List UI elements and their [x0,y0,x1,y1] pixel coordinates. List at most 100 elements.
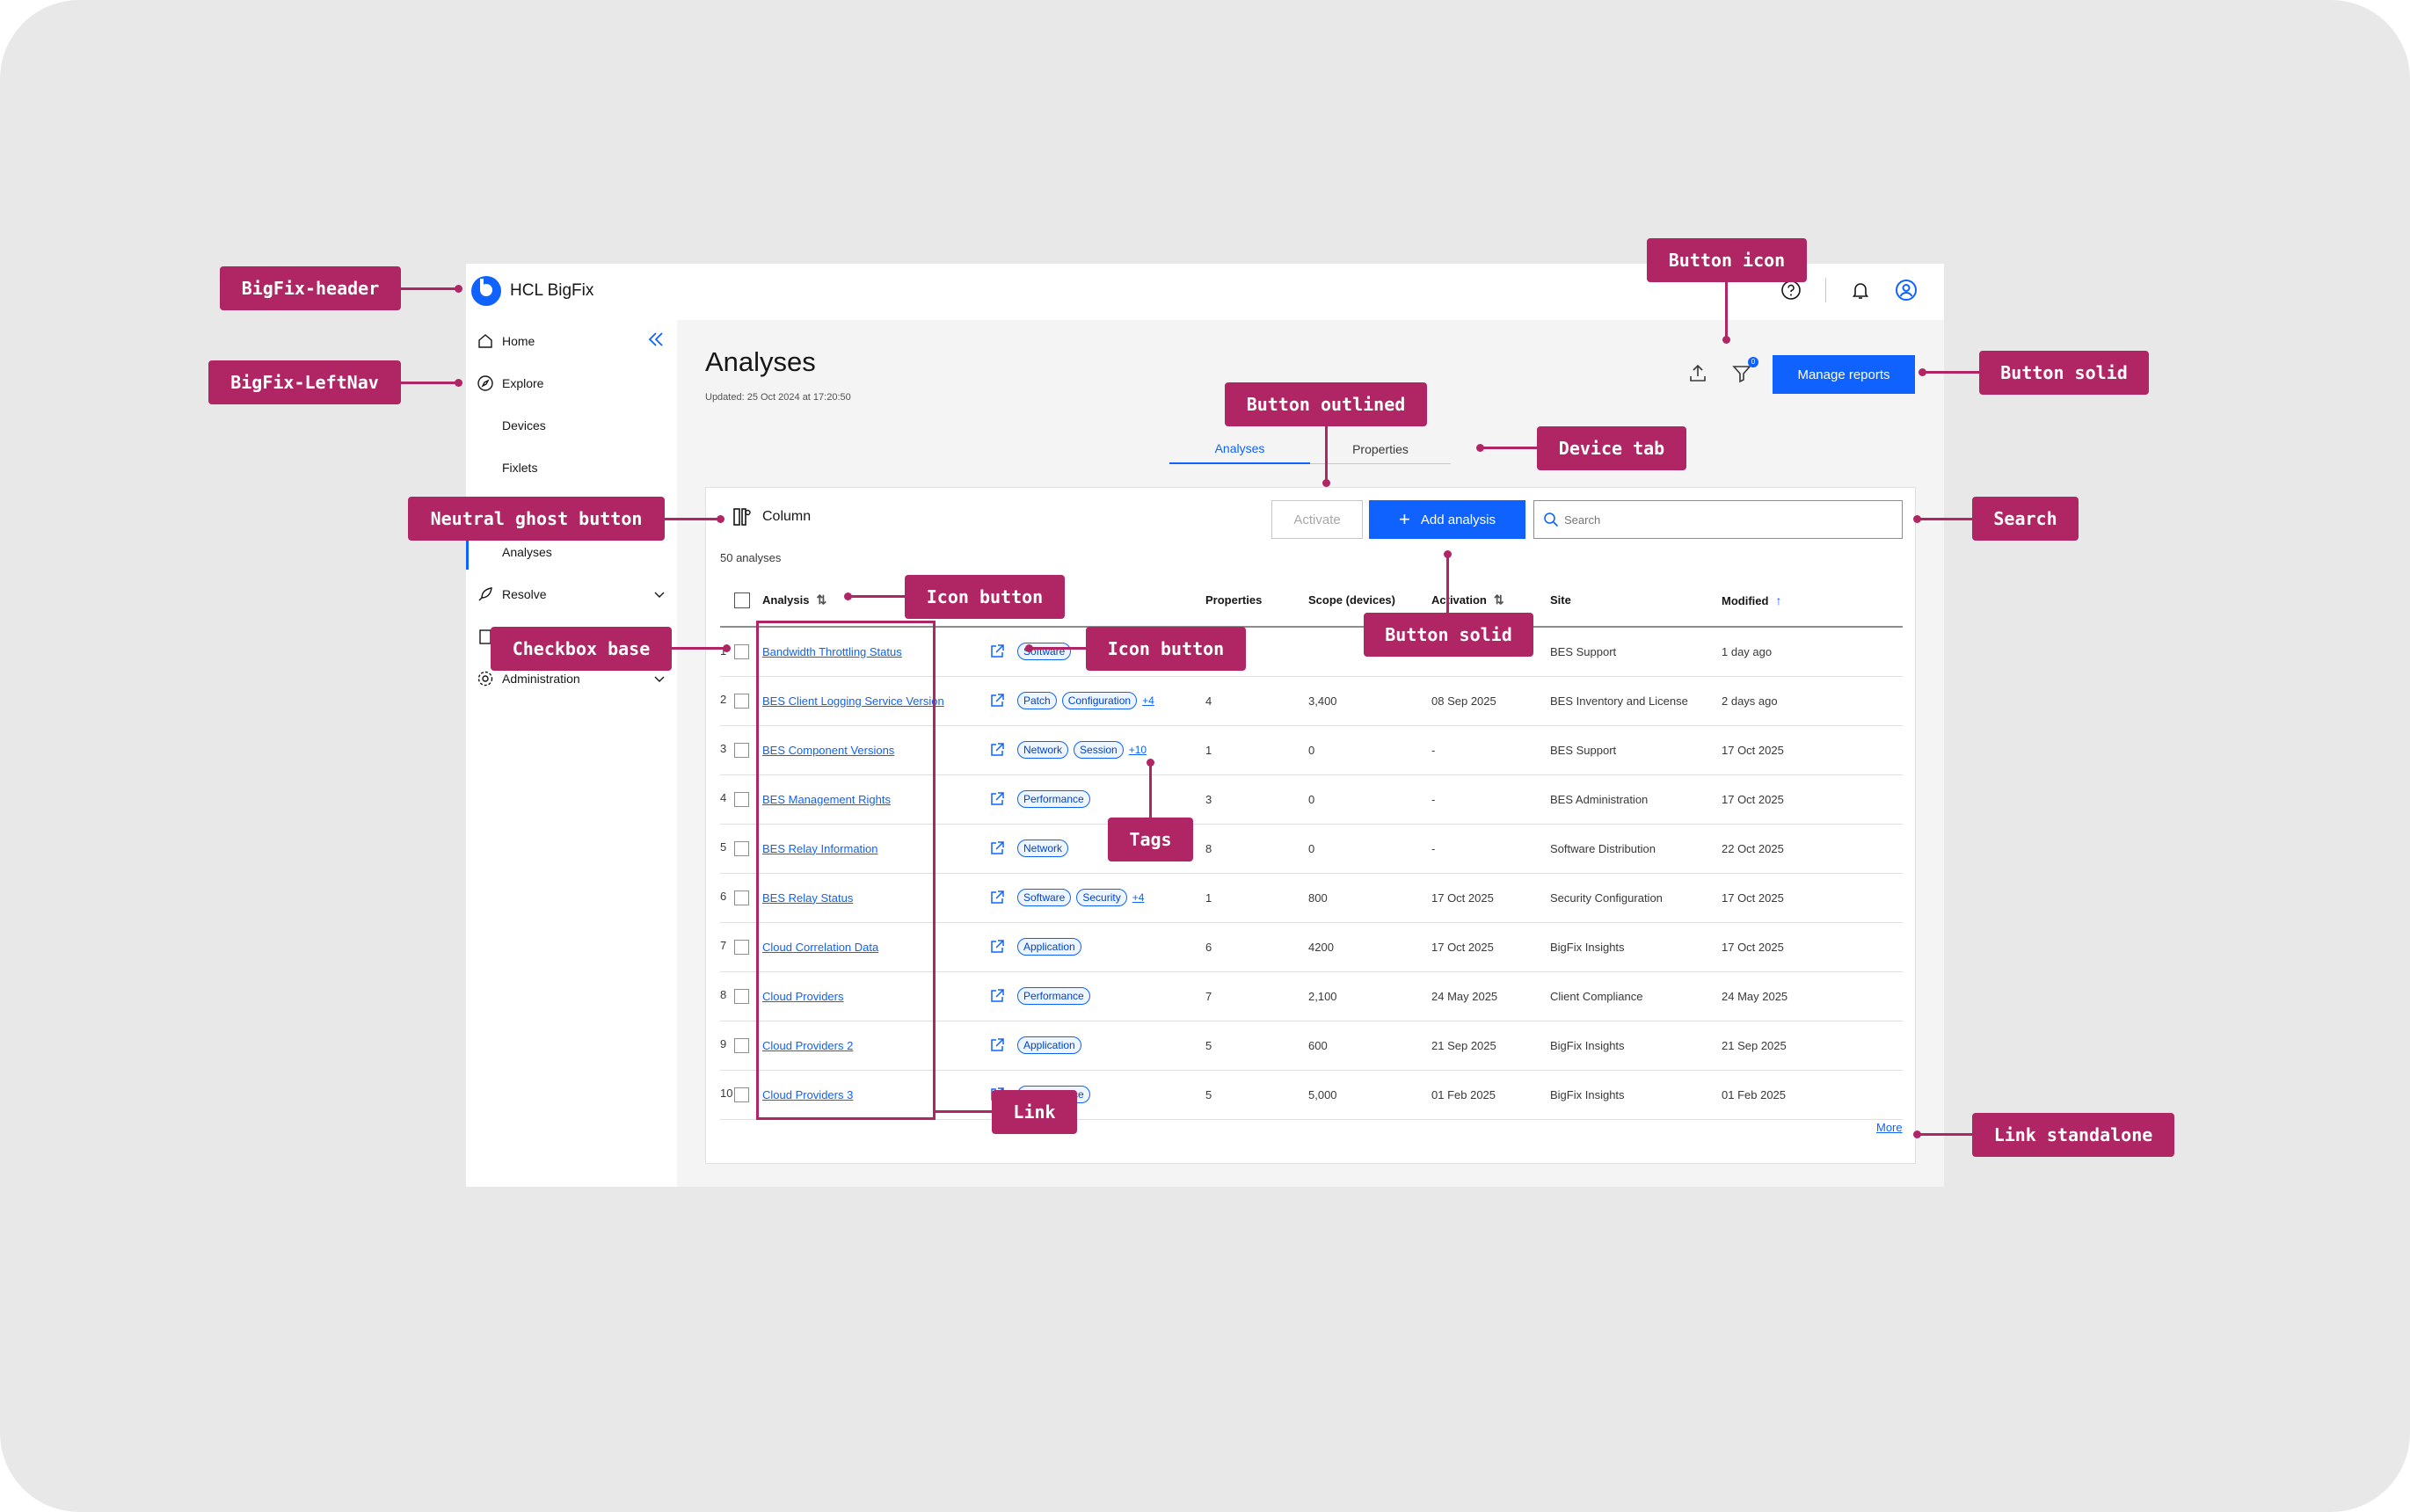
select-all-checkbox[interactable] [734,592,750,608]
activation-cell: - [1431,725,1550,775]
user-avatar-icon[interactable] [1895,279,1918,302]
filter-icon[interactable]: 0 [1730,357,1758,385]
device-tabs: Analyses Properties [1169,434,1451,464]
more-tags-link[interactable]: +4 [1132,891,1145,904]
row-checkbox[interactable] [734,791,749,807]
nav-item-explore[interactable]: Explore [466,366,677,401]
row-checkbox[interactable] [734,643,749,659]
row-checkbox[interactable] [734,939,749,955]
header-properties: Properties [1205,574,1308,628]
tab-analyses[interactable]: Analyses [1169,434,1310,464]
activation-cell: 17 Oct 2025 [1431,873,1550,923]
scope-cell: 2,100 [1308,971,1431,1021]
nav-item-resolve[interactable]: Resolve [466,577,677,612]
modified-cell: 17 Oct 2025 [1722,873,1903,923]
activation-cell: 01 Feb 2025 [1431,1070,1550,1120]
row-checkbox[interactable] [734,840,749,856]
annotation-bigfix-header: BigFix-header [220,266,401,310]
tag[interactable]: Configuration [1061,692,1138,709]
open-in-new-icon[interactable] [989,939,1005,955]
tag[interactable]: Performance [1017,987,1090,1005]
sort-icon[interactable]: ⇅ [816,592,826,607]
header-site: Site [1550,574,1722,628]
search-input[interactable] [1564,512,1898,527]
open-in-new-icon[interactable] [989,791,1005,807]
properties-cell: 3 [1205,774,1308,825]
site-cell: BigFix Insights [1550,1070,1722,1120]
annotation-checkbox-base: Checkbox base [491,627,672,671]
tab-properties[interactable]: Properties [1310,434,1451,464]
tag[interactable]: Security [1076,889,1127,906]
column-ghost-button[interactable]: Column [732,507,811,527]
row-checkbox[interactable] [734,693,749,709]
open-in-new-icon[interactable] [989,742,1005,758]
annotation-neutral-ghost-button: Neutral ghost button [408,497,665,541]
activation-cell: 21 Sep 2025 [1431,1021,1550,1071]
row-checkbox[interactable] [734,1087,749,1102]
open-in-new-icon[interactable] [989,1037,1005,1053]
nav-label-resolve: Resolve [502,587,547,601]
modified-cell: 24 May 2025 [1722,971,1903,1021]
brand[interactable]: HCL BigFix [471,276,593,306]
header-modified[interactable]: Modified ↑ [1722,574,1903,628]
sort-ascending-icon[interactable]: ↑ [1775,593,1781,607]
plus-icon: + [1399,508,1410,530]
site-cell: BES Support [1550,627,1722,677]
add-analysis-label: Add analysis [1420,512,1496,527]
more-link[interactable]: More [1876,1121,1903,1134]
bigfix-app: HCL BigFix Home Explore Devices Fixlets … [466,264,1944,1187]
open-in-new-icon[interactable] [989,890,1005,905]
row-number: 3 [720,742,727,756]
notification-icon[interactable] [1849,279,1872,302]
annotation-connector [1149,763,1152,818]
tag[interactable]: Network [1017,840,1069,857]
annotation-connector [1917,1133,1972,1136]
annotation-connector [401,382,459,384]
page-toolbar-icons: 0 [1686,357,1758,385]
tag[interactable]: Performance [1017,790,1090,808]
add-analysis-button[interactable]: + Add analysis [1369,500,1525,539]
row-checkbox[interactable] [734,1037,749,1053]
row-checkbox[interactable] [734,988,749,1004]
bigfix-leftnav: Home Explore Devices Fixlets Analyses Re… [466,320,677,1187]
site-cell: BES Administration [1550,774,1722,825]
sort-icon[interactable]: ⇅ [1494,592,1504,607]
tag[interactable]: Network [1017,741,1069,759]
annotation-bigfix-leftnav: BigFix-LeftNav [208,360,401,404]
open-in-new-icon[interactable] [989,840,1005,856]
open-in-new-icon[interactable] [989,988,1005,1004]
nav-label-home: Home [502,334,535,348]
row-checkbox[interactable] [734,742,749,758]
annotation-dot [1025,644,1033,652]
tag[interactable]: Application [1017,938,1081,956]
tag[interactable]: Application [1017,1036,1081,1054]
tags-cell: Application [1017,1021,1205,1071]
row-number: 8 [720,988,727,1002]
annotation-dot [455,285,462,293]
row-checkbox[interactable] [734,890,749,905]
open-in-new-icon[interactable] [989,643,1005,659]
activation-cell: - [1431,824,1550,874]
search-box[interactable] [1533,500,1903,539]
nav-item-home[interactable]: Home [466,323,677,359]
row-number: 7 [720,939,727,953]
annotation-dot [1444,550,1452,558]
manage-reports-button[interactable]: Manage reports [1773,355,1915,394]
properties-cell: 1 [1205,725,1308,775]
nav-item-fixlets[interactable]: Fixlets [466,450,677,485]
link-highlight-box [756,621,936,1120]
tag[interactable]: Patch [1017,692,1057,709]
properties-cell: 1 [1205,873,1308,923]
tag[interactable]: Software [1017,889,1072,906]
tag[interactable]: Session [1074,741,1124,759]
modified-cell: 1 day ago [1722,627,1903,677]
activate-button[interactable]: Activate [1271,500,1363,539]
site-cell: BES Support [1550,725,1722,775]
nav-item-devices[interactable]: Devices [466,408,677,443]
more-tags-link[interactable]: +4 [1142,694,1154,707]
export-icon[interactable] [1686,362,1709,385]
more-tags-link[interactable]: +10 [1129,744,1147,756]
activation-cell: 08 Sep 2025 [1431,676,1550,726]
properties-cell: 4 [1205,676,1308,726]
open-in-new-icon[interactable] [989,693,1005,709]
